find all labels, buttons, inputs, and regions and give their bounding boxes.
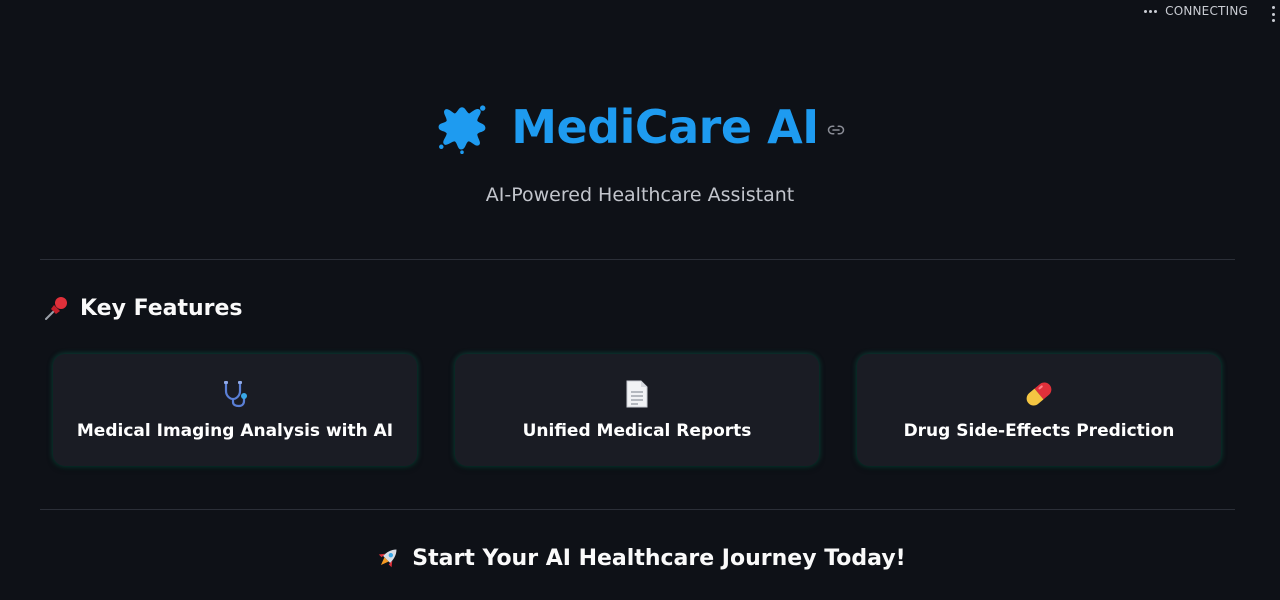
- connection-status: CONNECTING: [1144, 4, 1248, 18]
- feature-label: Unified Medical Reports: [522, 421, 752, 441]
- feature-card-imaging: Medical Imaging Analysis with AI: [53, 354, 417, 466]
- document-icon: [622, 379, 652, 409]
- feature-label: Medical Imaging Analysis with AI: [76, 421, 394, 441]
- key-features-title: Key Features: [80, 295, 243, 321]
- feature-cards: Medical Imaging Analysis with AI Unified…: [53, 354, 1221, 466]
- divider: [40, 509, 1235, 510]
- app-subtitle: AI-Powered Healthcare Assistant: [485, 184, 795, 206]
- feature-card-drugs: Drug Side-Effects Prediction: [857, 354, 1221, 466]
- link-icon[interactable]: [827, 121, 845, 139]
- pushpin-icon: [45, 297, 67, 320]
- loading-dots-icon: [1144, 9, 1158, 13]
- rocket-icon: [379, 549, 397, 568]
- blue-splat-icon: [438, 105, 486, 154]
- feature-card-reports: Unified Medical Reports: [455, 354, 819, 466]
- stethoscope-icon: [220, 379, 250, 409]
- app-title: MediCare AI: [511, 100, 819, 154]
- divider: [40, 259, 1235, 260]
- cta-heading: Start Your AI Healthcare Journey Today!: [0, 544, 1280, 572]
- feature-label: Drug Side-Effects Prediction: [903, 421, 1175, 441]
- hero-header: MediCare AI: [0, 100, 1280, 154]
- connection-status-text: CONNECTING: [1165, 4, 1248, 18]
- main-menu-button[interactable]: [1268, 6, 1278, 22]
- key-features-heading: Key Features: [44, 295, 243, 321]
- cta-text: Start Your AI Healthcare Journey Today!: [412, 545, 906, 571]
- pill-icon: [1024, 379, 1054, 409]
